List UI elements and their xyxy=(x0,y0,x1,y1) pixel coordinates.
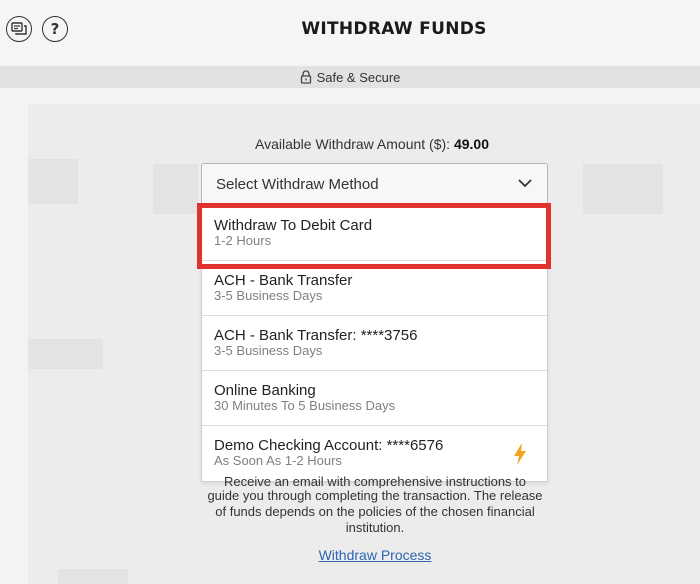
info-text: Receive an email with comprehensive inst… xyxy=(204,474,546,536)
available-label: Available Withdraw Amount ($): xyxy=(255,136,451,152)
method-label: Online Banking xyxy=(214,382,316,399)
header-bar: ? WITHDRAW FUNDS xyxy=(0,0,700,66)
method-timing: 3-5 Business Days xyxy=(214,343,323,358)
method-option-ach[interactable]: ACH - Bank Transfer 3-5 Business Days xyxy=(202,261,547,316)
withdraw-method-select[interactable]: Select Withdraw Method xyxy=(201,163,548,205)
info-line-partial: Receive an email with comprehensive inst… xyxy=(223,474,527,488)
method-label: ACH - Bank Transfer: ****3756 xyxy=(214,327,418,344)
withdraw-method-menu: Withdraw To Debit Card 1-2 Hours ACH - B… xyxy=(201,205,548,482)
background-card xyxy=(583,164,663,214)
method-label: ACH - Bank Transfer xyxy=(214,272,353,289)
chevron-down-icon xyxy=(518,179,532,188)
available-value: 49.00 xyxy=(453,136,489,152)
method-label: Withdraw To Debit Card xyxy=(214,217,373,234)
background-card xyxy=(28,339,103,369)
secure-text: Safe & Secure xyxy=(316,69,401,85)
secure-banner: Safe & Secure xyxy=(0,66,700,88)
available-amount: Available Withdraw Amount ($): 49.00 xyxy=(0,136,700,152)
method-timing: 1-2 Hours xyxy=(214,233,272,248)
background-card xyxy=(28,159,78,204)
method-option-demo-checking[interactable]: Demo Checking Account: ****6576 As Soon … xyxy=(202,426,547,481)
page-title: WITHDRAW FUNDS xyxy=(301,19,487,39)
method-option-ach-3756[interactable]: ACH - Bank Transfer: ****3756 3-5 Busine… xyxy=(202,316,547,371)
method-timing: 30 Minutes To 5 Business Days xyxy=(214,398,396,413)
method-label: Demo Checking Account: ****6576 xyxy=(214,437,444,454)
info-line: guide you through completing the transac… xyxy=(207,488,543,535)
background-card xyxy=(153,164,198,214)
method-option-debit-card[interactable]: Withdraw To Debit Card 1-2 Hours xyxy=(202,206,547,261)
select-placeholder: Select Withdraw Method xyxy=(216,175,379,193)
method-timing: As Soon As 1-2 Hours xyxy=(214,453,342,468)
method-timing: 3-5 Business Days xyxy=(214,288,323,303)
withdraw-process-link[interactable]: Withdraw Process xyxy=(0,547,700,563)
lightning-icon xyxy=(514,443,526,465)
method-option-online-banking[interactable]: Online Banking 30 Minutes To 5 Business … xyxy=(202,371,547,426)
background-card xyxy=(58,569,128,584)
lock-icon xyxy=(300,70,312,84)
